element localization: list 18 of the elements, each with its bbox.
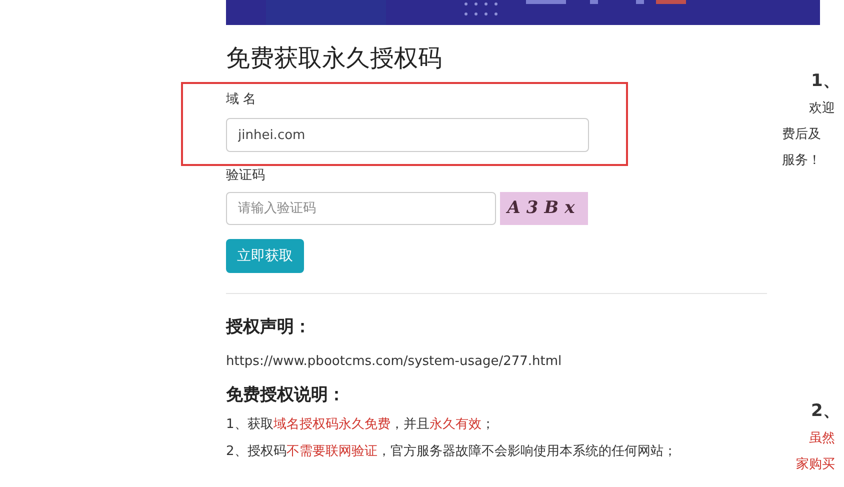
list-item: 1、获取域名授权码永久免费，并且永久有效；: [226, 416, 496, 434]
paragraph-text: 服务！: [782, 152, 822, 170]
paragraph-text: 家购买: [795, 456, 836, 474]
section-heading: 免费授权说明：: [226, 384, 346, 407]
section-heading: 2、: [810, 400, 841, 423]
section-heading: 授权声明：: [226, 316, 312, 339]
field-label: 域 名: [226, 91, 256, 109]
page-title: 免费获取永久授权码: [226, 43, 443, 74]
list-item: 2、授权码不需要联网验证，官方服务器故障不会影响使用本系统的任何网站；: [226, 443, 678, 461]
field-label: 验证码: [226, 167, 265, 185]
paragraph-text: 虽然: [808, 430, 836, 448]
captcha-image[interactable]: A3Bx: [500, 192, 588, 225]
domain-input[interactable]: jinhei.com: [226, 118, 589, 152]
url-text: https://www.pbootcms.com/system-usage/277.html: [226, 353, 563, 371]
paragraph-text: 欢迎: [808, 100, 836, 118]
captcha-input[interactable]: 请输入验证码: [226, 192, 496, 225]
section-heading: 1、: [810, 70, 841, 93]
paragraph-text: 费后及: [782, 126, 822, 144]
